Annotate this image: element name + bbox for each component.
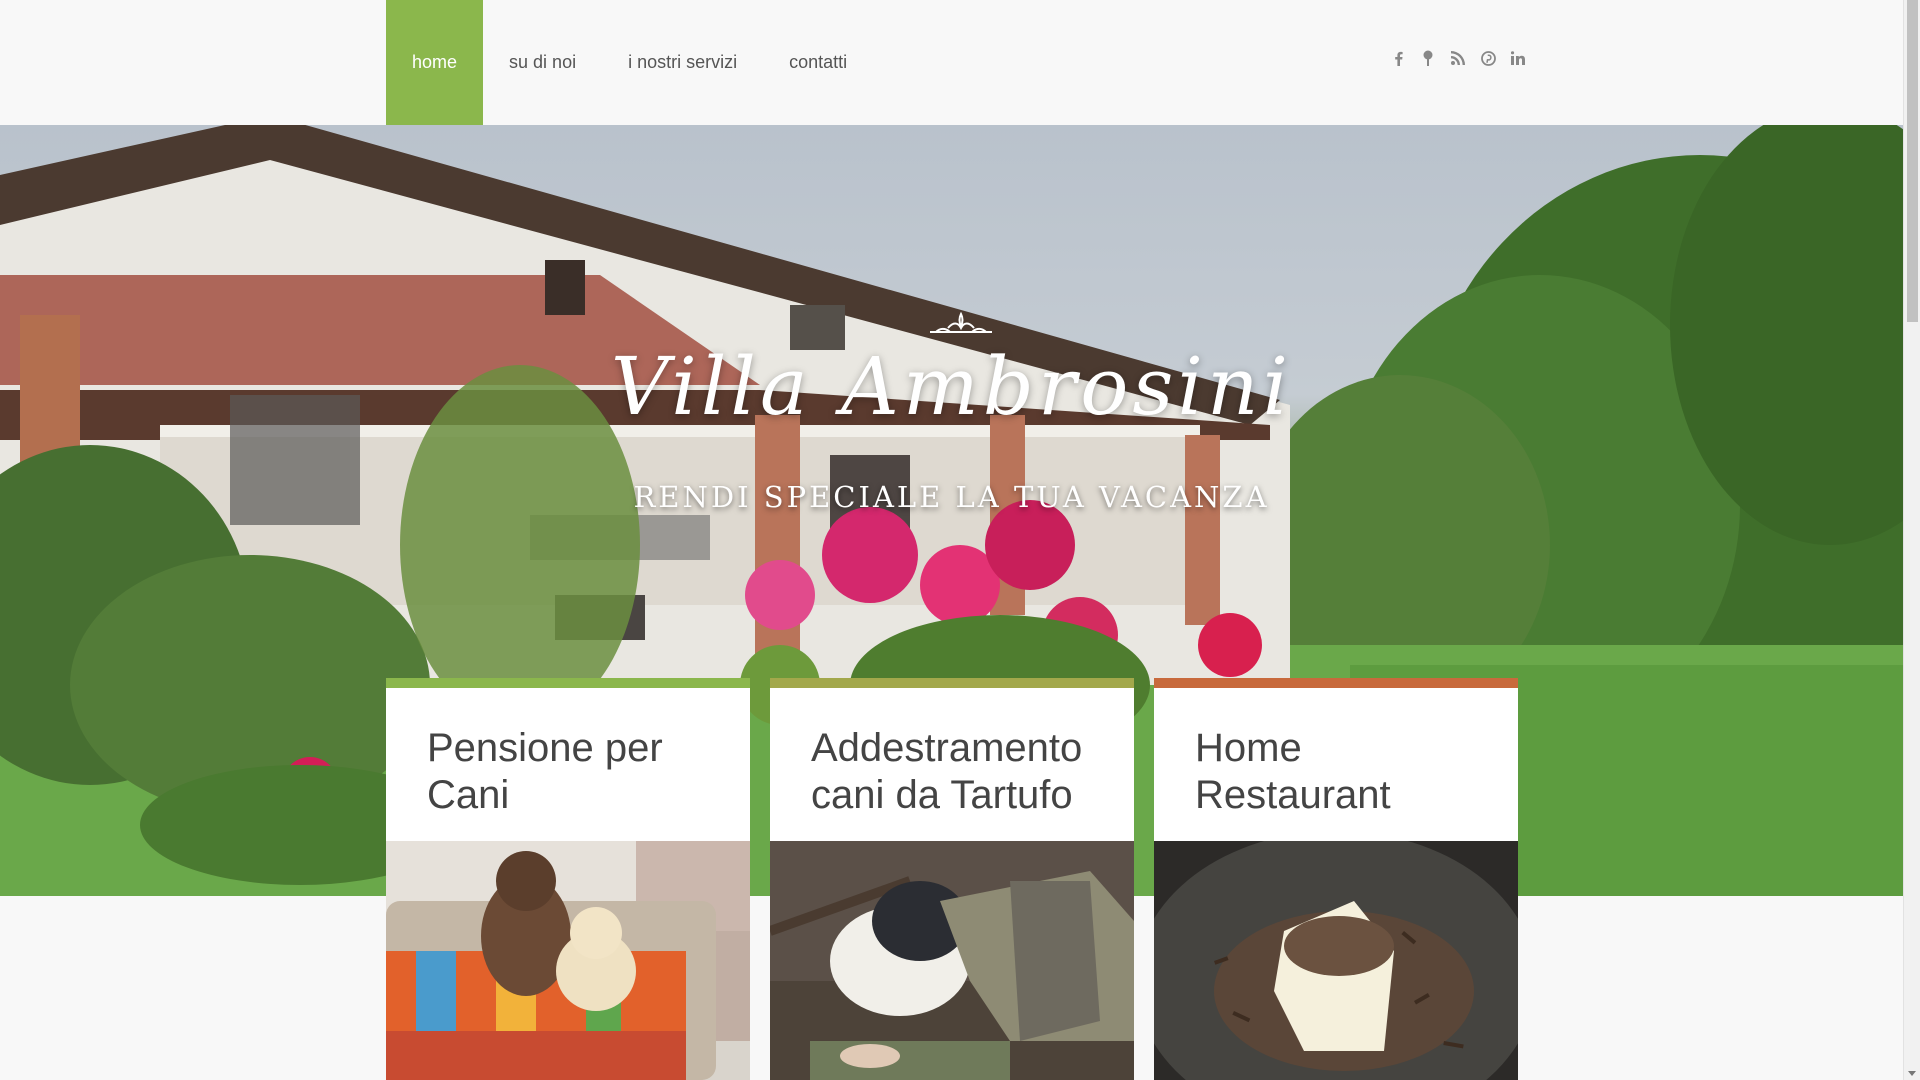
social-links: [1390, 50, 1526, 66]
pinterest-icon[interactable]: [1480, 50, 1496, 66]
main-nav: home su di noi i nostri servizi contatti: [386, 0, 873, 125]
card-pensione-cani[interactable]: Pensione per Cani: [386, 678, 750, 1080]
card-title: Home Restaurant: [1195, 726, 1391, 817]
scrollbar-thumb[interactable]: [1907, 0, 1918, 322]
linkedin-icon[interactable]: [1510, 50, 1526, 66]
ornament-icon: [930, 311, 992, 333]
facebook-icon[interactable]: [1390, 50, 1406, 66]
card-image-dogs-on-sofa: [386, 841, 750, 1080]
card-title: Pensione per Cani: [427, 726, 663, 817]
nav-item-contatti[interactable]: contatti: [763, 0, 873, 125]
map-pin-icon[interactable]: [1420, 50, 1436, 66]
nav-item-su-di-noi[interactable]: su di noi: [483, 0, 602, 125]
card-accent-bar: [770, 678, 1134, 688]
card-title: Addestramento cani da Tartufo: [811, 726, 1083, 817]
nav-item-home[interactable]: home: [386, 0, 484, 125]
nav-item-servizi[interactable]: i nostri servizi: [602, 0, 763, 125]
card-image-truffle-hunting: [770, 841, 1134, 1080]
card-addestramento-tartufo[interactable]: Addestramento cani da Tartufo: [770, 678, 1134, 1080]
page-scrollbar[interactable]: [1903, 0, 1920, 1080]
hero-title: Villa Ambrosini: [610, 340, 1293, 433]
card-image-truffle-dish: [1154, 841, 1518, 1080]
rss-icon[interactable]: [1450, 50, 1466, 66]
hero-subtitle: Rendi speciale la tua vacanza: [633, 480, 1270, 514]
scroll-down-icon[interactable]: [1908, 1071, 1916, 1076]
site-header: home su di noi i nostri servizi contatti: [0, 0, 1903, 125]
card-home-restaurant[interactable]: Home Restaurant: [1154, 678, 1518, 1080]
card-accent-bar: [1154, 678, 1518, 688]
card-accent-bar: [386, 678, 750, 688]
